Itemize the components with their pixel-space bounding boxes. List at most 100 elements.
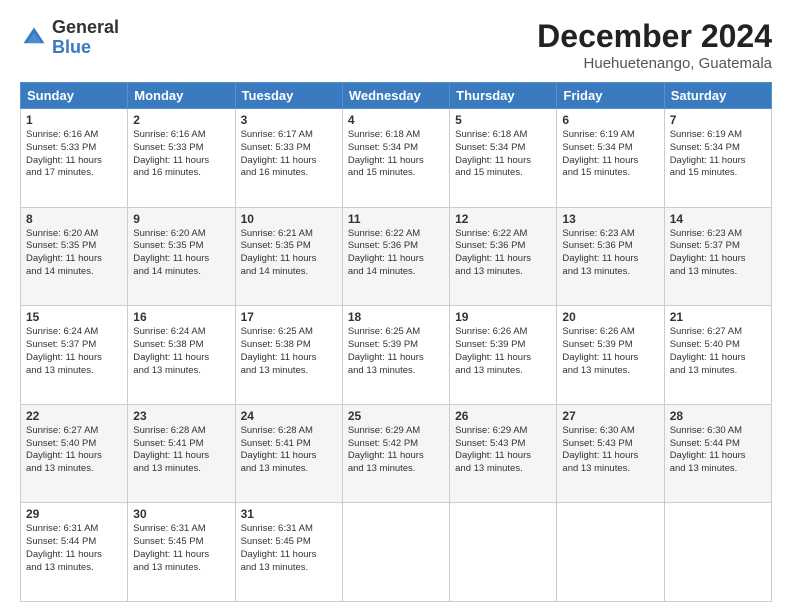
- day-info: Sunrise: 6:16 AM Sunset: 5:33 PM Dayligh…: [133, 129, 229, 180]
- day-info: Sunrise: 6:18 AM Sunset: 5:34 PM Dayligh…: [348, 129, 444, 180]
- day-number: 20: [562, 310, 658, 324]
- logo-line2: Blue: [52, 38, 119, 58]
- day-cell: [557, 503, 664, 602]
- day-info: Sunrise: 6:21 AM Sunset: 5:35 PM Dayligh…: [241, 228, 337, 279]
- day-number: 1: [26, 113, 122, 127]
- header-cell-saturday: Saturday: [664, 83, 771, 109]
- day-cell: 17Sunrise: 6:25 AM Sunset: 5:38 PM Dayli…: [235, 306, 342, 405]
- header-cell-wednesday: Wednesday: [342, 83, 449, 109]
- header-cell-friday: Friday: [557, 83, 664, 109]
- header-cell-thursday: Thursday: [450, 83, 557, 109]
- day-cell: 30 Sunrise: 6:31 AM Sunset: 5:45 PM Dayli…: [128, 503, 235, 602]
- day-cell: 15 Sunrise: 6:24 AM Sunset: 5:37 PM Dayli…: [21, 306, 128, 405]
- day-number: 2: [133, 113, 229, 127]
- day-cell: 11Sunrise: 6:22 AM Sunset: 5:36 PM Dayli…: [342, 207, 449, 306]
- day-number: 18: [348, 310, 444, 324]
- day-info: Sunrise: 6:19 AM Sunset: 5:34 PM Dayligh…: [562, 129, 658, 180]
- header-row: SundayMondayTuesdayWednesdayThursdayFrid…: [21, 83, 772, 109]
- day-info: Sunrise: 6:20 AM Sunset: 5:35 PM Dayligh…: [133, 228, 229, 279]
- header-cell-sunday: Sunday: [21, 83, 128, 109]
- day-number: 10: [241, 212, 337, 226]
- day-cell: 13 Sunrise: 6:23 AM Sunset: 5:36 PM Dayli…: [557, 207, 664, 306]
- day-info: Sunrise: 6:27 AM Sunset: 5:40 PM Dayligh…: [26, 425, 122, 476]
- day-cell: 25Sunrise: 6:29 AM Sunset: 5:42 PM Dayli…: [342, 404, 449, 503]
- day-number: 19: [455, 310, 551, 324]
- day-cell: 3 Sunrise: 6:17 AM Sunset: 5:33 PM Daylig…: [235, 109, 342, 208]
- day-info: Sunrise: 6:28 AM Sunset: 5:41 PM Dayligh…: [133, 425, 229, 476]
- page-subtitle: Huehuetenango, Guatemala: [537, 55, 772, 72]
- day-info: Sunrise: 6:30 AM Sunset: 5:44 PM Dayligh…: [670, 425, 766, 476]
- day-info: Sunrise: 6:24 AM Sunset: 5:37 PM Dayligh…: [26, 326, 122, 377]
- day-cell: 18 Sunrise: 6:25 AM Sunset: 5:39 PM Dayli…: [342, 306, 449, 405]
- day-info: Sunrise: 6:30 AM Sunset: 5:43 PM Dayligh…: [562, 425, 658, 476]
- calendar-table: SundayMondayTuesdayWednesdayThursdayFrid…: [20, 82, 772, 602]
- day-number: 17: [241, 310, 337, 324]
- day-cell: 22Sunrise: 6:27 AM Sunset: 5:40 PM Dayli…: [21, 404, 128, 503]
- day-cell: 27Sunrise: 6:30 AM Sunset: 5:43 PM Dayli…: [557, 404, 664, 503]
- day-info: Sunrise: 6:31 AM Sunset: 5:45 PM Dayligh…: [133, 523, 229, 574]
- day-cell: 23 Sunrise: 6:28 AM Sunset: 5:41 PM Dayli…: [128, 404, 235, 503]
- week-row-1: 1 Sunrise: 6:16 AM Sunset: 5:33 PM Daylig…: [21, 109, 772, 208]
- day-info: Sunrise: 6:23 AM Sunset: 5:37 PM Dayligh…: [670, 228, 766, 279]
- day-cell: 6 Sunrise: 6:19 AM Sunset: 5:34 PM Daylig…: [557, 109, 664, 208]
- header: General Blue December 2024 Huehuetenango…: [20, 18, 772, 72]
- day-cell: 29 Sunrise: 6:31 AM Sunset: 5:44 PM Dayli…: [21, 503, 128, 602]
- day-number: 14: [670, 212, 766, 226]
- day-info: Sunrise: 6:29 AM Sunset: 5:43 PM Dayligh…: [455, 425, 551, 476]
- day-number: 5: [455, 113, 551, 127]
- day-cell: [342, 503, 449, 602]
- day-number: 25: [348, 409, 444, 423]
- week-row-3: 15 Sunrise: 6:24 AM Sunset: 5:37 PM Dayli…: [21, 306, 772, 405]
- week-row-4: 22Sunrise: 6:27 AM Sunset: 5:40 PM Dayli…: [21, 404, 772, 503]
- day-info: Sunrise: 6:20 AM Sunset: 5:35 PM Dayligh…: [26, 228, 122, 279]
- header-cell-monday: Monday: [128, 83, 235, 109]
- day-number: 3: [241, 113, 337, 127]
- day-cell: 12 Sunrise: 6:22 AM Sunset: 5:36 PM Dayli…: [450, 207, 557, 306]
- day-cell: 2 Sunrise: 6:16 AM Sunset: 5:33 PM Daylig…: [128, 109, 235, 208]
- day-number: 9: [133, 212, 229, 226]
- logo-icon: [20, 24, 48, 52]
- logo-text: General Blue: [52, 18, 119, 58]
- day-cell: 21Sunrise: 6:27 AM Sunset: 5:40 PM Dayli…: [664, 306, 771, 405]
- day-number: 26: [455, 409, 551, 423]
- day-cell: [450, 503, 557, 602]
- day-info: Sunrise: 6:25 AM Sunset: 5:39 PM Dayligh…: [348, 326, 444, 377]
- day-info: Sunrise: 6:23 AM Sunset: 5:36 PM Dayligh…: [562, 228, 658, 279]
- day-info: Sunrise: 6:19 AM Sunset: 5:34 PM Dayligh…: [670, 129, 766, 180]
- day-number: 7: [670, 113, 766, 127]
- day-cell: 10 Sunrise: 6:21 AM Sunset: 5:35 PM Dayli…: [235, 207, 342, 306]
- day-cell: 7 Sunrise: 6:19 AM Sunset: 5:34 PM Daylig…: [664, 109, 771, 208]
- day-cell: 26 Sunrise: 6:29 AM Sunset: 5:43 PM Dayli…: [450, 404, 557, 503]
- day-number: 13: [562, 212, 658, 226]
- logo-line1: General: [52, 18, 119, 38]
- day-number: 16: [133, 310, 229, 324]
- day-number: 15: [26, 310, 122, 324]
- day-number: 29: [26, 507, 122, 521]
- week-row-5: 29 Sunrise: 6:31 AM Sunset: 5:44 PM Dayli…: [21, 503, 772, 602]
- day-cell: 4 Sunrise: 6:18 AM Sunset: 5:34 PM Daylig…: [342, 109, 449, 208]
- day-number: 4: [348, 113, 444, 127]
- day-number: 12: [455, 212, 551, 226]
- day-cell: 8Sunrise: 6:20 AM Sunset: 5:35 PM Daylig…: [21, 207, 128, 306]
- day-info: Sunrise: 6:22 AM Sunset: 5:36 PM Dayligh…: [455, 228, 551, 279]
- day-info: Sunrise: 6:16 AM Sunset: 5:33 PM Dayligh…: [26, 129, 122, 180]
- day-number: 6: [562, 113, 658, 127]
- day-cell: 28 Sunrise: 6:30 AM Sunset: 5:44 PM Dayli…: [664, 404, 771, 503]
- day-info: Sunrise: 6:24 AM Sunset: 5:38 PM Dayligh…: [133, 326, 229, 377]
- day-info: Sunrise: 6:27 AM Sunset: 5:40 PM Dayligh…: [670, 326, 766, 377]
- day-number: 28: [670, 409, 766, 423]
- day-cell: 24Sunrise: 6:28 AM Sunset: 5:41 PM Dayli…: [235, 404, 342, 503]
- day-info: Sunrise: 6:31 AM Sunset: 5:44 PM Dayligh…: [26, 523, 122, 574]
- day-number: 30: [133, 507, 229, 521]
- day-cell: 31Sunrise: 6:31 AM Sunset: 5:45 PM Dayli…: [235, 503, 342, 602]
- page: General Blue December 2024 Huehuetenango…: [0, 0, 792, 612]
- day-cell: 19Sunrise: 6:26 AM Sunset: 5:39 PM Dayli…: [450, 306, 557, 405]
- header-cell-tuesday: Tuesday: [235, 83, 342, 109]
- day-cell: 1 Sunrise: 6:16 AM Sunset: 5:33 PM Daylig…: [21, 109, 128, 208]
- logo: General Blue: [20, 18, 119, 58]
- day-number: 31: [241, 507, 337, 521]
- day-cell: 9 Sunrise: 6:20 AM Sunset: 5:35 PM Daylig…: [128, 207, 235, 306]
- day-info: Sunrise: 6:26 AM Sunset: 5:39 PM Dayligh…: [562, 326, 658, 377]
- day-info: Sunrise: 6:17 AM Sunset: 5:33 PM Dayligh…: [241, 129, 337, 180]
- day-number: 23: [133, 409, 229, 423]
